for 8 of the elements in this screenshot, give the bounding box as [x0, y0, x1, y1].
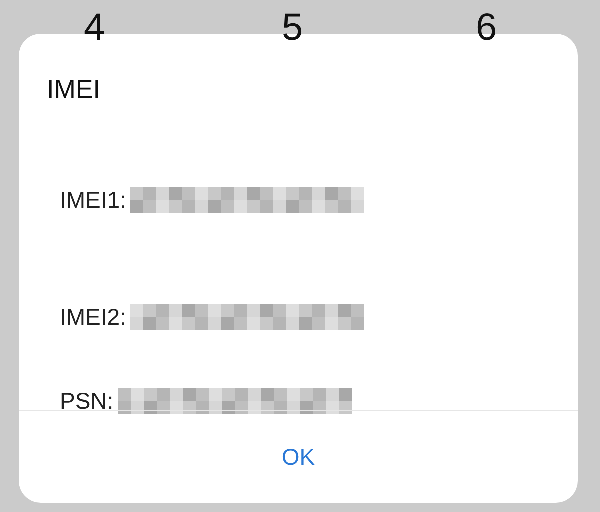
keypad-digit[interactable]: 6	[476, 8, 498, 48]
keypad-digit[interactable]: 5	[282, 8, 304, 48]
field-label: PSN:	[60, 387, 114, 415]
field-label: IMEI2:	[60, 303, 126, 331]
field-label: IMEI1:	[60, 186, 126, 214]
keypad-digit[interactable]: 4	[84, 8, 106, 48]
ok-button[interactable]: OK	[270, 436, 328, 478]
dialog-title: IMEI	[47, 74, 100, 104]
